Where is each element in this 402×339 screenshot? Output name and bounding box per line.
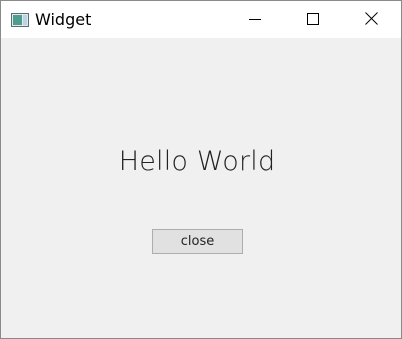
- close-window-button[interactable]: [342, 1, 400, 38]
- hello-label: Hello World: [118, 146, 276, 177]
- minimize-button[interactable]: [226, 1, 284, 38]
- maximize-button[interactable]: [284, 1, 342, 38]
- close-icon: [364, 10, 378, 29]
- client-area: Hello World close: [1, 38, 401, 338]
- close-button[interactable]: close: [152, 229, 243, 254]
- maximize-icon: [307, 10, 319, 29]
- app-window-icon: [11, 12, 29, 27]
- window-title: Widget: [35, 10, 92, 29]
- minimize-icon: [249, 10, 261, 29]
- title-bar[interactable]: Widget: [1, 1, 401, 38]
- app-window: Widget Hello World close: [0, 0, 402, 339]
